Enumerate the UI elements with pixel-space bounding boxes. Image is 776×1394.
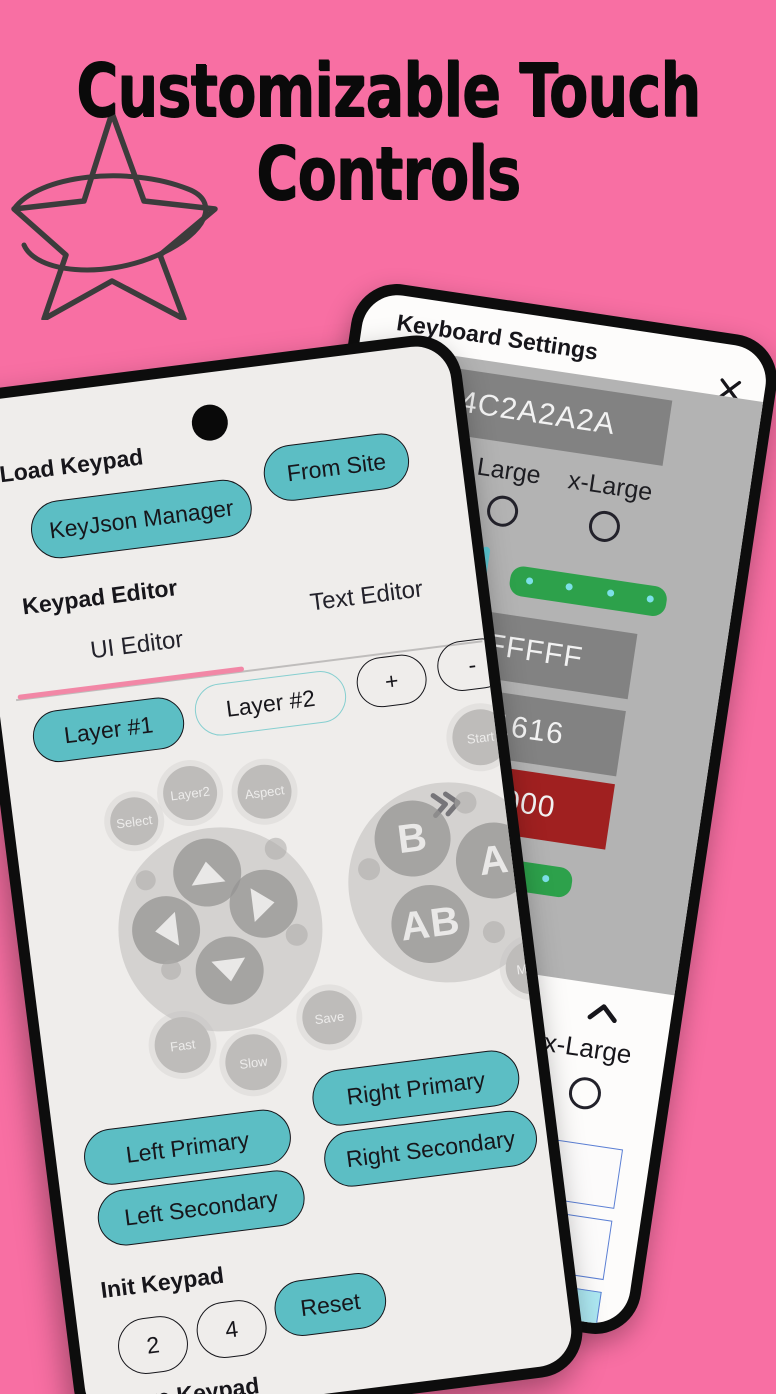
init-2-button[interactable]: 2 <box>114 1312 192 1378</box>
chevron-up-icon[interactable] <box>584 999 623 1026</box>
star-doodle-icon <box>8 105 223 325</box>
preview-bar-green <box>507 564 669 618</box>
section-heading-save-keypad: Save Keypad <box>115 1372 260 1394</box>
gamepad-button-slow[interactable]: Slow <box>222 1030 285 1094</box>
gamepad-button-layer2[interactable]: Layer2 <box>159 762 221 824</box>
keyjson-manager-button[interactable]: KeyJson Manager <box>27 476 256 562</box>
layer-2-button[interactable]: Layer #2 <box>191 667 350 739</box>
left-arrow-icon <box>153 911 180 949</box>
radio-button-bottom-xlarge[interactable] <box>566 1075 604 1112</box>
up-arrow-icon <box>188 859 226 886</box>
size-label: x-Large <box>566 466 655 507</box>
radio-button-xlarge[interactable] <box>586 508 622 545</box>
layer-1-button[interactable]: Layer #1 <box>29 694 188 766</box>
right-arrow-icon <box>250 885 277 922</box>
size-option-xlarge[interactable]: x-Large <box>560 466 654 548</box>
tab-text-editor[interactable]: Text Editor <box>309 575 425 617</box>
init-4-button[interactable]: 4 <box>193 1296 270 1362</box>
gamepad-button-start[interactable]: Start <box>449 705 512 769</box>
section-heading-load-keypad: Load Keypad <box>0 443 145 488</box>
section-heading-init-keypad: Init Keypad <box>99 1261 226 1304</box>
gamepad-button-save[interactable]: Save <box>299 987 360 1048</box>
from-site-button[interactable]: From Site <box>260 430 413 505</box>
reset-button[interactable]: Reset <box>271 1269 390 1340</box>
gamepad-button-select[interactable]: Select <box>107 794 162 849</box>
section-heading-keypad-editor: Keypad Editor <box>20 574 179 620</box>
tab-ui-editor[interactable]: UI Editor <box>89 626 185 665</box>
size-label: Large <box>475 452 543 490</box>
bottom-size-label: x-Large <box>541 1026 634 1070</box>
layer-add-button[interactable]: + <box>353 651 430 711</box>
down-arrow-icon <box>211 957 248 984</box>
radio-button-large[interactable] <box>485 493 521 529</box>
gamepad-button-aspect[interactable]: Aspect <box>234 761 295 822</box>
front-phone-camera <box>189 402 230 443</box>
